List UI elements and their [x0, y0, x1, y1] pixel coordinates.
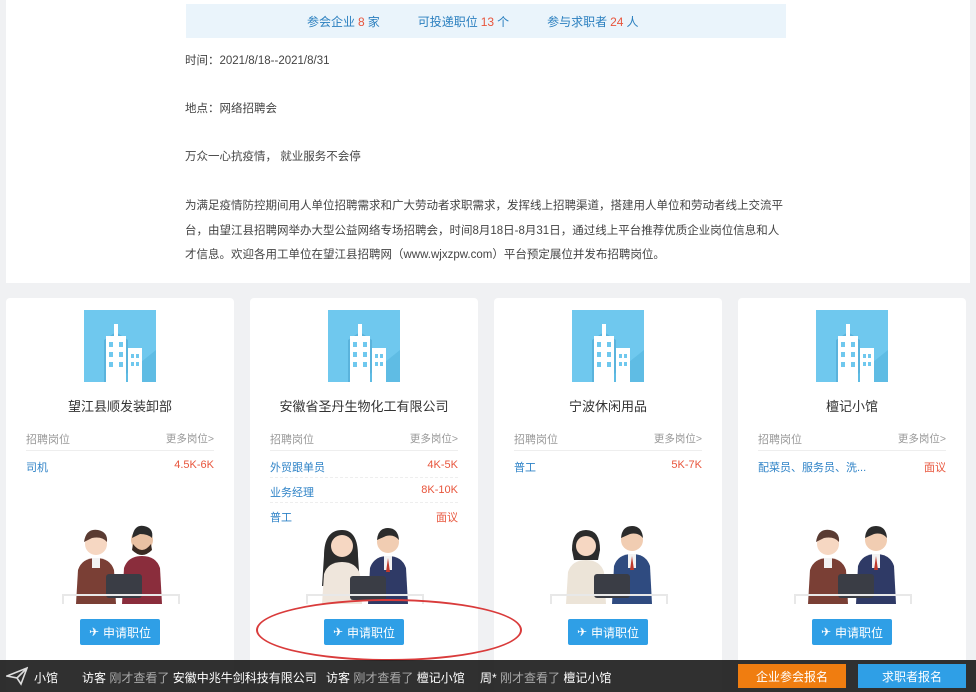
- divider: [270, 450, 458, 451]
- desk: [550, 594, 668, 604]
- ticker-item: 访客 刚才查看了 檀记小馆: [326, 671, 465, 685]
- divider: [514, 450, 702, 451]
- company-logo-icon: [328, 310, 400, 382]
- paper-plane-icon: ✈: [88, 625, 100, 639]
- desk: [794, 594, 912, 604]
- job-separator: [270, 477, 458, 478]
- more-jobs-link[interactable]: 更多岗位>: [654, 431, 702, 447]
- company-signup-button[interactable]: 企业参会报名: [738, 664, 846, 688]
- company-name[interactable]: 安徽省圣丹生物化工有限公司: [250, 396, 478, 415]
- job-row[interactable]: 业务经理 8K-10K: [270, 484, 458, 500]
- paper-plane-icon: ✈: [576, 625, 588, 639]
- apply-job-button[interactable]: ✈ 申请职位: [812, 619, 892, 645]
- ticker-item: 小馆: [34, 671, 59, 685]
- jobs-header: 招聘岗位: [758, 434, 802, 446]
- jobs-header: 招聘岗位: [26, 434, 70, 446]
- recruiter-illustration-icon: [322, 528, 408, 604]
- event-description: 为满足疫情防控期间用人单位招聘需求和广大劳动者求职需求，发挥线上招聘渠道，搭建用…: [185, 200, 783, 261]
- divider: [758, 450, 946, 451]
- airplane-icon: [6, 666, 28, 686]
- seeker-signup-button[interactable]: 求职者报名: [858, 664, 966, 688]
- company-logo-icon: [84, 310, 156, 382]
- jobs-header: 招聘岗位: [514, 434, 558, 446]
- company-card: 檀记小馆 招聘岗位 更多岗位> 配菜员、服务员、洗... 面议 ✈ 申请职位: [738, 298, 966, 692]
- recruiter-illustration-icon: [566, 526, 652, 604]
- jobs-header: 招聘岗位: [270, 434, 314, 446]
- recruiter-illustration-icon: [76, 525, 162, 604]
- company-name[interactable]: 檀记小馆: [738, 396, 966, 415]
- event-place: 地点：网络招聘会: [185, 103, 277, 115]
- stats-bar: 参会企业 8 家 可投递职位 13 个 参与求职者 24 人: [186, 4, 786, 38]
- company-logo-icon: [572, 310, 644, 382]
- ticker-item: 周* 刚才查看了 檀记小馆: [480, 671, 612, 685]
- company-name[interactable]: 宁波休闲用品: [494, 396, 722, 415]
- job-separator: [270, 502, 458, 503]
- company-card: 宁波休闲用品 招聘岗位 更多岗位> 普工 5K-7K ✈ 申请职位: [494, 298, 722, 692]
- stat-seekers: 参与求职者 24 人: [547, 14, 639, 29]
- company-name[interactable]: 望江县顺发装卸部: [6, 396, 234, 415]
- apply-job-button[interactable]: ✈ 申请职位: [568, 619, 648, 645]
- company-card: 望江县顺发装卸部 招聘岗位 更多岗位> 司机 4.5K-6K ✈ 申请职位: [6, 298, 234, 692]
- ticker-item: 访客 刚才查看了 安徽中兆牛剑科技有限公司: [82, 671, 317, 685]
- company-logo-icon: [816, 310, 888, 382]
- more-jobs-link[interactable]: 更多岗位>: [166, 431, 214, 447]
- paper-plane-icon: ✈: [820, 625, 832, 639]
- more-jobs-link[interactable]: 更多岗位>: [898, 431, 946, 447]
- stat-companies: 参会企业 8 家: [307, 14, 380, 29]
- stat-positions: 可投递职位 13 个: [417, 14, 510, 29]
- event-slogan: 万众一心抗疫情， 就业服务不会停: [185, 151, 361, 163]
- job-row[interactable]: 配菜员、服务员、洗... 面议: [758, 459, 946, 475]
- apply-job-button[interactable]: ✈ 申请职位: [80, 619, 160, 645]
- job-row[interactable]: 普工 5K-7K: [514, 459, 702, 475]
- divider: [26, 450, 214, 451]
- desk: [62, 594, 180, 604]
- job-row[interactable]: 司机 4.5K-6K: [26, 459, 214, 475]
- event-time: 时间：2021/8/18--2021/8/31: [185, 55, 330, 67]
- more-jobs-link[interactable]: 更多岗位>: [410, 431, 458, 447]
- highlight-annotation: [256, 599, 522, 661]
- job-row[interactable]: 外贸跟单员 4K-5K: [270, 459, 458, 475]
- recruiter-illustration-icon: [808, 526, 896, 604]
